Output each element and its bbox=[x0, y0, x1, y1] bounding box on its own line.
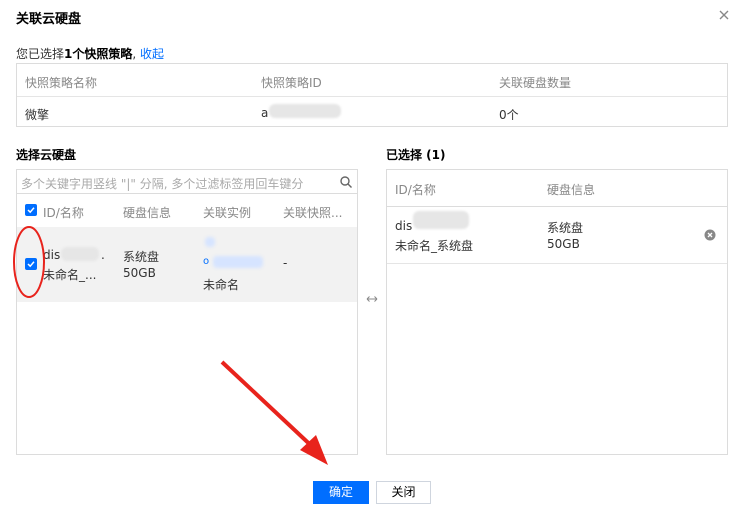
snapshot-value: - bbox=[283, 256, 288, 270]
check-icon bbox=[27, 207, 35, 214]
search-placeholder: 多个关键字用竖线 "|" 分隔, 多个过滤标签用回车键分 bbox=[21, 177, 304, 191]
remove-icon[interactable] bbox=[704, 229, 716, 241]
instance-name: 未命名 bbox=[203, 278, 240, 292]
policy-name: 微擎 bbox=[25, 108, 50, 122]
col-id-name: ID/名称 bbox=[395, 183, 436, 197]
disk-id: dis bbox=[43, 248, 61, 262]
table-row[interactable]: dis . 未命名_... 系统盘 50GB o 未命名 - bbox=[17, 227, 357, 302]
select-all-checkbox[interactable] bbox=[25, 204, 37, 216]
summary-prefix: 您已选择 bbox=[16, 47, 65, 61]
disk-name: 未命名_... bbox=[43, 268, 97, 282]
disk-count: 0个 bbox=[499, 108, 519, 122]
redacted-instance-blur bbox=[213, 256, 263, 268]
search-icon[interactable] bbox=[339, 175, 353, 189]
redacted-id-blur bbox=[413, 211, 469, 229]
col-instance: 关联实例 bbox=[203, 206, 252, 220]
disk-table-header: ID/名称 硬盘信息 关联实例 关联快照... bbox=[17, 196, 357, 226]
search-input[interactable]: 多个关键字用竖线 "|" 分隔, 多个过滤标签用回车键分 bbox=[17, 170, 357, 194]
dialog-title: 关联云硬盘 bbox=[16, 12, 82, 27]
instance-id-link[interactable]: o bbox=[203, 256, 209, 267]
redacted-id-blur bbox=[61, 247, 99, 261]
disk-size: 50GB bbox=[547, 237, 580, 251]
close-icon[interactable] bbox=[717, 8, 731, 22]
redacted-id-blur bbox=[269, 104, 341, 118]
disk-id-suffix: . bbox=[101, 248, 105, 262]
swap-arrows-icon bbox=[366, 296, 378, 302]
check-icon bbox=[27, 261, 35, 268]
col-policy-name: 快照策略名称 bbox=[25, 76, 98, 90]
redacted-instance-blur bbox=[205, 237, 215, 247]
col-id-name: ID/名称 bbox=[43, 206, 84, 220]
available-disks-panel: 多个关键字用竖线 "|" 分隔, 多个过滤标签用回车键分 ID/名称 硬盘信息 … bbox=[16, 169, 358, 455]
disk-size: 50GB bbox=[123, 266, 156, 280]
selected-table-header: ID/名称 硬盘信息 bbox=[387, 170, 727, 207]
disk-name: 未命名_系统盘 bbox=[395, 239, 474, 253]
col-disk-count: 关联硬盘数量 bbox=[499, 76, 572, 90]
col-policy-id: 快照策略ID bbox=[261, 76, 322, 90]
selected-title: 已选择 (1) bbox=[386, 148, 446, 162]
col-snapshot: 关联快照... bbox=[283, 206, 343, 220]
close-button[interactable]: 关闭 bbox=[376, 481, 431, 504]
policy-id: a bbox=[261, 106, 269, 120]
confirm-button[interactable]: 确定 bbox=[313, 481, 369, 504]
select-disk-title: 选择云硬盘 bbox=[16, 148, 77, 162]
associate-disk-dialog: 关联云硬盘 您已选择1个快照策略, 收起 快照策略名称 快照策略ID 关联硬盘数… bbox=[0, 0, 749, 519]
summary-count: 1个快照策略 bbox=[64, 47, 133, 61]
selection-summary: 您已选择1个快照策略, 收起 bbox=[16, 45, 164, 62]
row-checkbox[interactable] bbox=[25, 258, 37, 270]
table-row: dis 未命名_系统盘 系统盘 50GB bbox=[387, 208, 727, 264]
col-disk-info: 硬盘信息 bbox=[123, 206, 172, 220]
snapshot-policy-table: 快照策略名称 快照策略ID 关联硬盘数量 微擎 a 0个 bbox=[16, 63, 728, 127]
policy-table-header: 快照策略名称 快照策略ID 关联硬盘数量 bbox=[17, 64, 727, 97]
disk-id: dis bbox=[395, 219, 413, 233]
selected-disks-panel: ID/名称 硬盘信息 dis 未命名_系统盘 系统盘 50GB bbox=[386, 169, 728, 455]
collapse-link[interactable]: 收起 bbox=[140, 47, 164, 61]
col-disk-info: 硬盘信息 bbox=[547, 183, 596, 197]
disk-type: 系统盘 bbox=[123, 250, 160, 264]
summary-sep: , bbox=[132, 47, 141, 61]
disk-type: 系统盘 bbox=[547, 221, 584, 235]
